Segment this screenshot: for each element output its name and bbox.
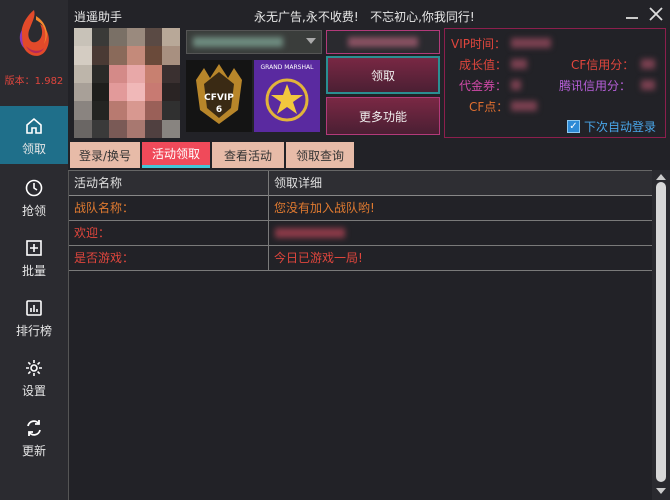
qq-number-display bbox=[326, 30, 440, 54]
scroll-down-icon[interactable] bbox=[656, 488, 666, 494]
svg-text:6: 6 bbox=[216, 105, 222, 115]
column-header-claim-detail: 领取详细 bbox=[274, 176, 323, 190]
account-select[interactable] bbox=[186, 30, 322, 54]
vip-time-label: VIP时间： bbox=[451, 37, 506, 51]
sidebar-item-batch[interactable]: 批量 bbox=[0, 228, 68, 286]
table-header: 活动名称 领取详细 bbox=[69, 171, 653, 196]
sidebar-item-update[interactable]: 更新 bbox=[0, 408, 68, 466]
chevron-down-icon bbox=[306, 38, 316, 44]
sidebar-item-label: 设置 bbox=[21, 384, 46, 398]
redacted-value bbox=[275, 228, 345, 238]
claim-button[interactable]: 领取 bbox=[326, 56, 440, 94]
clock-icon bbox=[25, 179, 43, 197]
bar-chart-icon bbox=[26, 300, 42, 316]
sidebar-item-label: 抢领 bbox=[21, 204, 46, 218]
cf-credit-label: CF信用分： bbox=[571, 58, 635, 72]
plus-square-icon bbox=[26, 240, 42, 256]
row-name-cell: 是否游戏： bbox=[69, 246, 269, 271]
column-header-activity-name: 活动名称 bbox=[69, 171, 269, 196]
growth-label: 成长值： bbox=[459, 58, 508, 72]
tab-claim-query[interactable]: 领取查询 bbox=[286, 142, 354, 168]
tencent-credit-label: 腾讯信用分： bbox=[559, 79, 632, 93]
sidebar-item-label: 更新 bbox=[21, 444, 46, 458]
checkbox-checked-icon[interactable]: ✓ bbox=[567, 120, 580, 133]
table-row[interactable]: 是否游戏： 今日已游戏一局! bbox=[69, 246, 653, 271]
row-name-cell: 战队名称： bbox=[69, 196, 269, 221]
sidebar-item-claim[interactable]: 领取 bbox=[0, 106, 68, 164]
voucher-label: 代金券： bbox=[459, 79, 508, 93]
scroll-up-icon[interactable] bbox=[656, 174, 666, 180]
vertical-scrollbar[interactable] bbox=[652, 170, 670, 500]
activity-table: 活动名称 领取详细 战队名称： 您没有加入战队哟! 欢迎： 是否游戏： 今日已游… bbox=[68, 170, 653, 500]
tab-activity-claim[interactable]: 活动领取 bbox=[142, 142, 210, 168]
account-info-panel: VIP时间： 成长值： CF信用分： 代金券： 腾讯信用分： CF点： ✓ 下次… bbox=[444, 28, 666, 138]
auto-login-label: 下次自动登录 bbox=[584, 120, 657, 134]
tab-view-activities[interactable]: 查看活动 bbox=[212, 142, 284, 168]
table-row[interactable]: 战队名称： 您没有加入战队哟! bbox=[69, 196, 653, 221]
app-title: 逍遥助手 bbox=[74, 10, 123, 24]
sidebar-item-settings[interactable]: 设置 bbox=[0, 348, 68, 406]
gear-icon bbox=[26, 360, 42, 376]
title-bar: 逍遥助手 永无广告,永不收费! 不忘初心,你我同行! bbox=[68, 0, 670, 30]
close-icon[interactable] bbox=[646, 4, 666, 24]
svg-text:CFVIP: CFVIP bbox=[204, 93, 234, 103]
sidebar-item-ranking[interactable]: 排行榜 bbox=[0, 288, 68, 346]
sidebar-item-grab[interactable]: 抢领 bbox=[0, 168, 68, 226]
cfvip-badge: CFVIP 6 bbox=[186, 60, 252, 132]
home-icon bbox=[26, 117, 42, 134]
auto-login-checkbox[interactable]: ✓ 下次自动登录 bbox=[567, 118, 656, 135]
avatar bbox=[74, 28, 180, 138]
row-detail-cell: 您没有加入战队哟! bbox=[274, 201, 375, 215]
grand-marshal-badge: GRAND MARSHAL bbox=[254, 60, 320, 132]
version-label: 版本：1.982 bbox=[4, 76, 64, 87]
sidebar: 版本：1.982 领取 抢领 批量 排行榜 设置 更新 bbox=[0, 0, 68, 500]
more-functions-button[interactable]: 更多功能 bbox=[326, 97, 440, 135]
table-row[interactable]: 欢迎： bbox=[69, 221, 653, 246]
tab-login-switch[interactable]: 登录/换号 bbox=[70, 142, 140, 168]
row-name-cell: 欢迎： bbox=[69, 221, 269, 246]
minimize-icon[interactable] bbox=[622, 4, 642, 24]
phoenix-logo bbox=[19, 10, 49, 56]
cf-points-label: CF点： bbox=[469, 100, 509, 114]
sidebar-item-label: 领取 bbox=[21, 142, 46, 156]
scroll-thumb[interactable] bbox=[656, 182, 666, 482]
sidebar-item-label: 批量 bbox=[21, 264, 46, 278]
sidebar-item-label: 排行榜 bbox=[15, 324, 52, 338]
refresh-icon bbox=[27, 420, 41, 436]
slogan-text: 永无广告,永不收费! 不忘初心,你我同行! bbox=[254, 10, 475, 24]
row-detail-cell: 今日已游戏一局! bbox=[274, 251, 363, 265]
